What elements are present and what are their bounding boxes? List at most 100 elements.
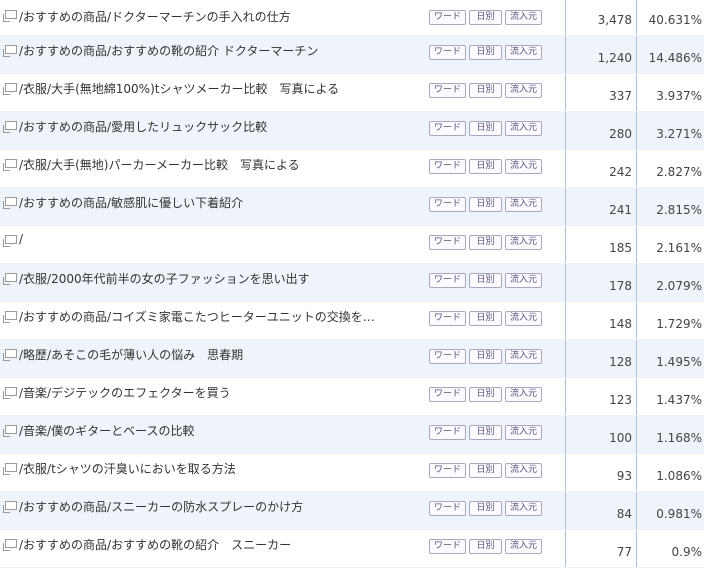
source-button[interactable]: 流入元 [505,197,542,212]
access-percent: 3.937% [656,89,702,103]
page-title-cell: /おすすめの商品/敏感肌に優しい下着紹介 [0,188,428,225]
page-title-link[interactable]: /衣服/tシャツの汗臭いにおいを取る方法 [19,460,236,477]
page-title-link[interactable]: /おすすめの商品/コイズミ家電こたつヒーターユニットの交換を… [19,308,375,325]
page-title-link[interactable]: /おすすめの商品/敏感肌に優しい下着紹介 [19,194,243,211]
daily-button[interactable]: 日別 [469,539,502,554]
source-button[interactable]: 流入元 [505,121,542,136]
word-button[interactable]: ワード [429,463,466,478]
word-button[interactable]: ワード [429,539,466,554]
access-count: 3,478 [597,13,632,27]
word-button[interactable]: ワード [429,425,466,440]
daily-button[interactable]: 日別 [469,273,502,288]
table-row: /衣服/大手(無地綿100%)tシャツメーカー比較 写真による ワード 日別 流入元… [0,74,704,112]
page-icon [3,425,17,437]
page-title-link[interactable]: /略歴/あそこの毛が薄い人の悩み 思春期 [19,346,243,363]
page-title-cell: /略歴/あそこの毛が薄い人の悩み 思春期 [0,340,428,377]
source-button[interactable]: 流入元 [505,539,542,554]
source-button[interactable]: 流入元 [505,463,542,478]
word-button[interactable]: ワード [429,10,466,25]
source-button[interactable]: 流入元 [505,83,542,98]
access-count: 93 [616,469,632,483]
access-percent: 2.079% [656,279,702,293]
source-button[interactable]: 流入元 [505,10,542,25]
source-button[interactable]: 流入元 [505,387,542,402]
daily-button[interactable]: 日別 [469,10,502,25]
word-button[interactable]: ワード [429,501,466,516]
word-button[interactable]: ワード [429,349,466,364]
source-button[interactable]: 流入元 [505,311,542,326]
page-icon [3,45,17,57]
word-button[interactable]: ワード [429,159,466,174]
page-icon [3,235,17,247]
access-percent: 14.486% [648,51,702,65]
word-button[interactable]: ワード [429,197,466,212]
word-button[interactable]: ワード [429,311,466,326]
page-title-link[interactable]: /おすすめの商品/スニーカーの防水スプレーのかけ方 [19,498,303,515]
page-title-link[interactable]: /おすすめの商品/おすすめの靴の紹介 ドクターマーチン [19,42,318,59]
page-title-link[interactable]: /衣服/2000年代前半の女の子ファッションを思い出す [19,270,310,287]
daily-button[interactable]: 日別 [469,501,502,516]
row-actions: ワード 日別 流入元 [429,235,545,250]
page-icon [3,10,17,22]
page-title-cell: /衣服/2000年代前半の女の子ファッションを思い出す [0,264,428,301]
page-icon [3,159,17,171]
word-button[interactable]: ワード [429,273,466,288]
access-count: 123 [609,393,632,407]
page-icon [3,83,17,95]
page-icon [3,121,17,133]
source-button[interactable]: 流入元 [505,273,542,288]
access-percent: 2.815% [656,203,702,217]
row-actions: ワード 日別 流入元 [429,501,545,516]
access-percent: 1.437% [656,393,702,407]
word-button[interactable]: ワード [429,45,466,60]
access-count: 128 [609,355,632,369]
access-count: 77 [616,545,632,559]
page-title-cell: /音楽/デジテックのエフェクターを買う [0,378,428,415]
page-title-cell: /衣服/tシャツの汗臭いにおいを取る方法 [0,454,428,491]
page-title-link[interactable]: /おすすめの商品/ドクターマーチンの手入れの仕方 [19,8,291,25]
daily-button[interactable]: 日別 [469,235,502,250]
daily-button[interactable]: 日別 [469,311,502,326]
daily-button[interactable]: 日別 [469,83,502,98]
page-title-link[interactable]: /音楽/僕のギターとベースの比較 [19,422,195,439]
table-row: /おすすめの商品/愛用したリュックサック比較 ワード 日別 流入元 280 3.27… [0,112,704,150]
page-title-link[interactable]: /衣服/大手(無地綿100%)tシャツメーカー比較 写真による [19,80,339,97]
page-title-cell: / [0,226,428,263]
daily-button[interactable]: 日別 [469,121,502,136]
daily-button[interactable]: 日別 [469,387,502,402]
source-button[interactable]: 流入元 [505,159,542,174]
page-title-link[interactable]: /衣服/大手(無地)パーカーメーカー比較 写真による [19,156,300,173]
daily-button[interactable]: 日別 [469,45,502,60]
daily-button[interactable]: 日別 [469,159,502,174]
word-button[interactable]: ワード [429,235,466,250]
page-title-link[interactable]: /おすすめの商品/愛用したリュックサック比較 [19,118,267,135]
table-row: /衣服/2000年代前半の女の子ファッションを思い出す ワード 日別 流入元 178… [0,264,704,302]
word-button[interactable]: ワード [429,121,466,136]
source-button[interactable]: 流入元 [505,349,542,364]
word-button[interactable]: ワード [429,387,466,402]
source-button[interactable]: 流入元 [505,235,542,250]
source-button[interactable]: 流入元 [505,45,542,60]
source-button[interactable]: 流入元 [505,501,542,516]
table-row: /おすすめの商品/敏感肌に優しい下着紹介 ワード 日別 流入元 241 2.815% [0,188,704,226]
page-icon [3,463,17,475]
daily-button[interactable]: 日別 [469,463,502,478]
table-row: /おすすめの商品/スニーカーの防水スプレーのかけ方 ワード 日別 流入元 84 0.… [0,492,704,530]
page-title-link[interactable]: /おすすめの商品/おすすめの靴の紹介 スニーカー [19,536,291,553]
daily-button[interactable]: 日別 [469,425,502,440]
page-title-cell: /音楽/僕のギターとベースの比較 [0,416,428,453]
row-actions: ワード 日別 流入元 [429,159,545,174]
page-title-link[interactable]: /音楽/デジテックのエフェクターを買う [19,384,231,401]
daily-button[interactable]: 日別 [469,197,502,212]
daily-button[interactable]: 日別 [469,349,502,364]
table-row: /おすすめの商品/コイズミ家電こたつヒーターユニットの交換を… ワード 日別 流入元… [0,302,704,340]
row-actions: ワード 日別 流入元 [429,311,545,326]
page-icon [3,539,17,551]
page-title-cell: /おすすめの商品/おすすめの靴の紹介 スニーカー [0,530,428,567]
source-button[interactable]: 流入元 [505,425,542,440]
word-button[interactable]: ワード [429,83,466,98]
page-title-link[interactable]: / [19,232,23,246]
row-actions: ワード 日別 流入元 [429,121,545,136]
access-percent: 0.981% [656,507,702,521]
access-count: 84 [616,507,632,521]
